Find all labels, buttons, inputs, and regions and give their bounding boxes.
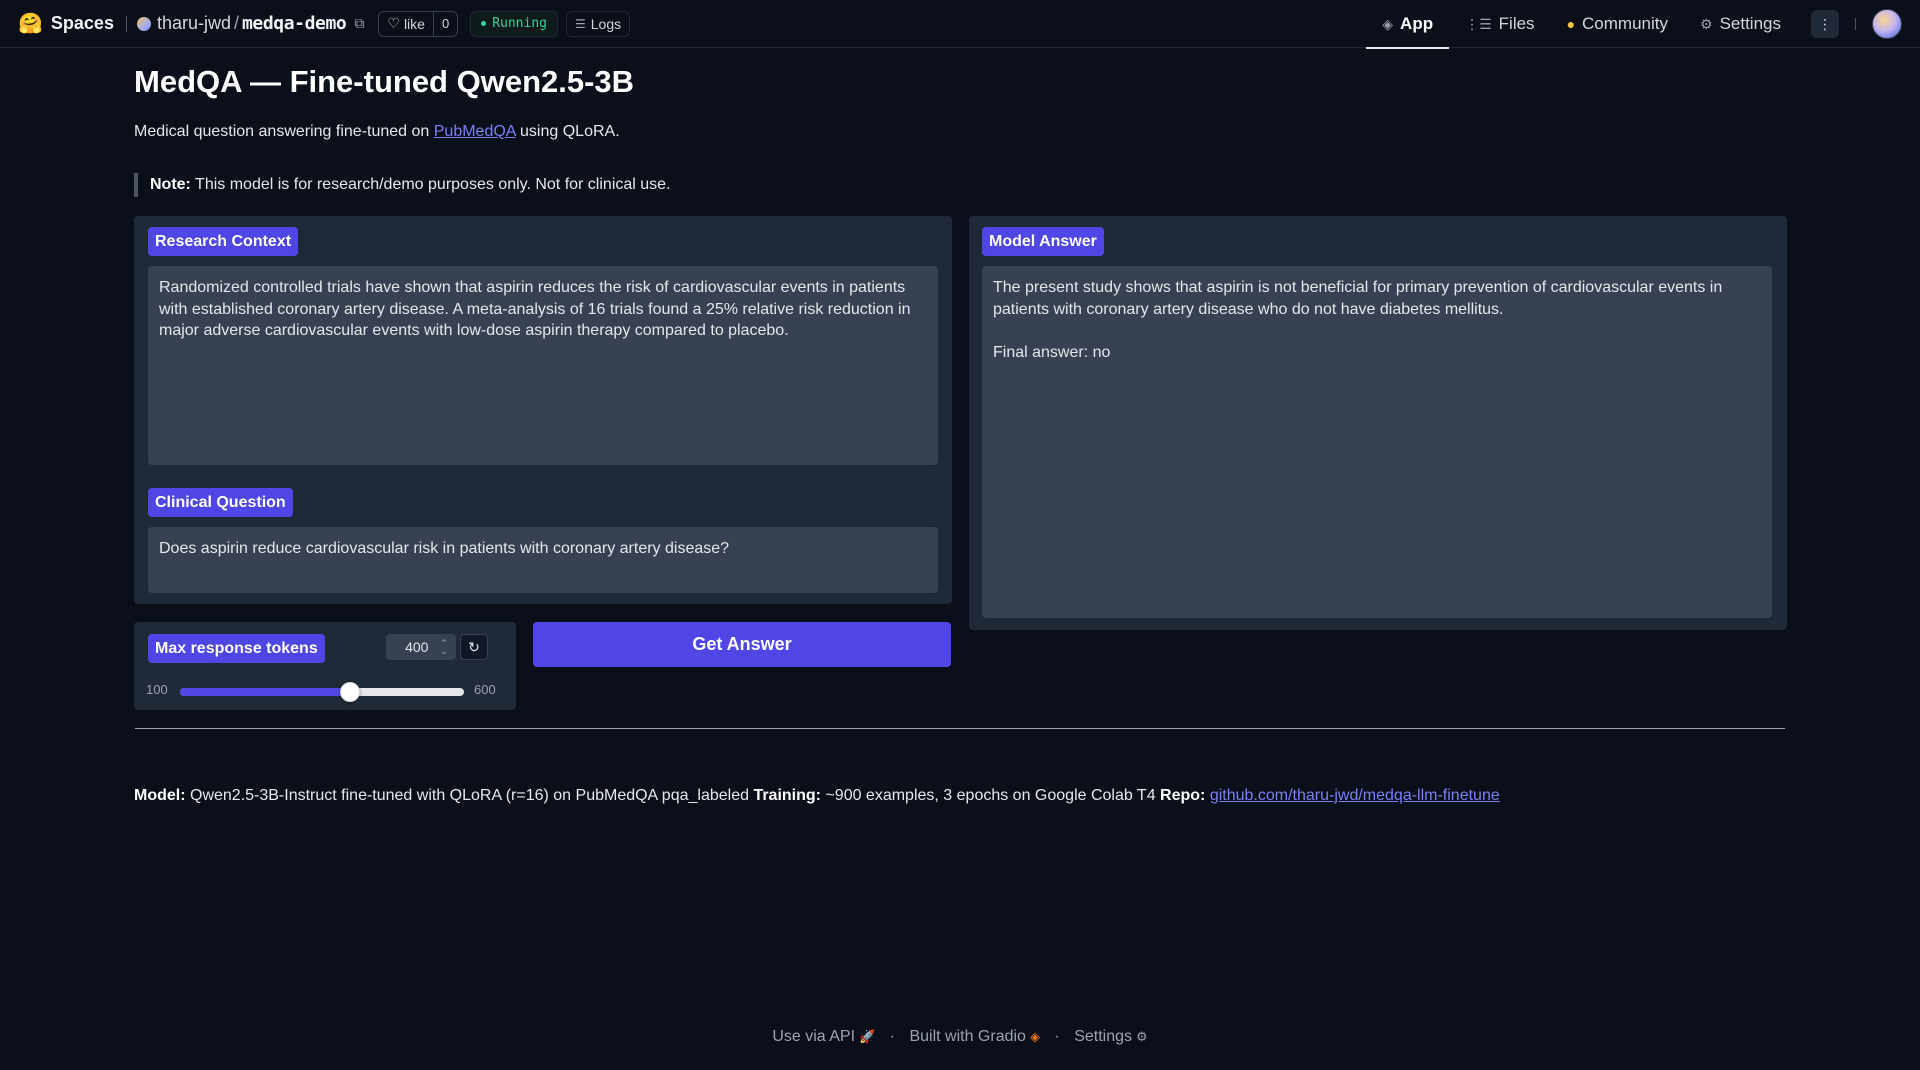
max-tokens-label: Max response tokens [148, 634, 325, 663]
max-tokens-slider[interactable] [180, 682, 464, 702]
clinical-question-textarea[interactable]: Does aspirin reduce cardiovascular risk … [148, 527, 938, 593]
model-answer-textarea[interactable]: The present study shows that aspirin is … [982, 266, 1772, 618]
top-bar-right: ◈ App ⋮☰ Files ● Community ⚙ Settings ⋮ [1366, 0, 1920, 49]
logs-button[interactable]: ☰ Logs [565, 10, 631, 37]
slider-min-label: 100 [146, 682, 168, 697]
spaces-link[interactable]: Spaces [51, 13, 114, 34]
model-info: Model: Qwen2.5-3B-Instruct fine-tuned wi… [134, 787, 1500, 805]
user-avatar[interactable] [1872, 9, 1902, 39]
note-label: Note: [150, 176, 191, 193]
tab-settings-label: Settings [1719, 14, 1781, 33]
subtitle-suffix: using QLoRA. [515, 123, 620, 140]
output-panel: Model Answer The present study shows tha… [969, 216, 1787, 630]
divider [135, 728, 1785, 729]
more-options-button[interactable]: ⋮ [1811, 10, 1839, 38]
note-text: This model is for research/demo purposes… [190, 176, 671, 193]
like-group: ♡ like 0 [378, 10, 459, 37]
training-label: Training: [753, 787, 821, 804]
gradio-footer: Use via API 🚀 · Built with Gradio ◈ · Sett… [0, 1028, 1920, 1046]
owner-link[interactable]: tharu-jwd [157, 13, 231, 34]
max-tokens-number-input[interactable]: 400 ⌃ ⌄ [386, 634, 456, 660]
slider-fill [180, 688, 351, 696]
page-title: MedQA — Fine-tuned Qwen2.5-3B [134, 64, 635, 99]
research-context-label: Research Context [148, 227, 299, 256]
more-vertical-icon: ⋮ [1818, 15, 1832, 32]
gradio-logo-icon: ◈ [1029, 1029, 1040, 1044]
cube-icon: ◈ [1382, 15, 1394, 32]
heart-icon: ♡ [387, 15, 400, 31]
status-dot-icon [481, 21, 487, 26]
status-badge[interactable]: Running [470, 10, 558, 37]
research-context-textarea[interactable]: Randomized controlled trials have shown … [148, 266, 938, 465]
get-answer-button[interactable]: Get Answer [533, 622, 951, 667]
logs-icon: ☰ [574, 16, 586, 31]
like-count[interactable]: 0 [432, 11, 457, 36]
like-label: like [403, 15, 425, 32]
model-label: Model: [134, 787, 186, 804]
clinical-question-label: Clinical Question [148, 488, 293, 517]
built-with-gradio-link[interactable]: Built with Gradio ◈ [909, 1028, 1040, 1045]
owner-avatar [136, 16, 151, 31]
model-text: Qwen2.5-3B-Instruct fine-tuned with QLoR… [185, 787, 754, 804]
reset-button[interactable]: ↻ [460, 634, 488, 660]
copy-icon[interactable]: ⧉ [354, 15, 364, 32]
subtitle: Medical question answering fine-tuned on… [134, 123, 620, 141]
tab-community-label: Community [1582, 14, 1668, 33]
tab-app[interactable]: ◈ App [1366, 0, 1449, 49]
tab-app-label: App [1400, 14, 1434, 33]
community-icon: ● [1566, 16, 1576, 32]
footer-settings-link[interactable]: Settings ⚙ [1074, 1028, 1147, 1045]
subtitle-prefix: Medical question answering fine-tuned on [134, 123, 434, 140]
answer-line: Final answer: no [993, 343, 1111, 361]
use-via-api-link[interactable]: Use via API 🚀 [772, 1028, 875, 1045]
tab-settings[interactable]: ⚙ Settings [1684, 0, 1797, 48]
divider [1855, 18, 1856, 30]
use-via-api-label: Use via API [772, 1028, 856, 1045]
disclaimer-note: Note: This model is for research/demo pu… [134, 173, 671, 197]
footer-separator: · [889, 1028, 895, 1045]
tab-files-label: Files [1498, 14, 1535, 33]
input-panel: Research Context Randomized controlled t… [134, 216, 952, 604]
top-bar-left: 🤗 Spaces tharu-jwd / medqa-demo ⧉ ♡ like… [0, 0, 631, 48]
tab-community[interactable]: ● Community [1551, 0, 1684, 48]
answer-spacer [993, 320, 1761, 342]
repo-label: Repo: [1160, 787, 1206, 804]
stepper-icon[interactable]: ⌃ ⌄ [440, 639, 448, 656]
gear-icon: ⚙ [1700, 15, 1713, 32]
reset-icon: ↻ [468, 638, 480, 655]
slider-thumb[interactable] [340, 682, 361, 702]
footer-settings-label: Settings [1074, 1028, 1132, 1045]
max-tokens-control: Max response tokens 400 ⌃ ⌄ ↻ 100 600 [134, 622, 516, 710]
repo-github-link[interactable]: github.com/tharu-jwd/medqa-llm-finetune [1210, 787, 1500, 804]
tab-files[interactable]: ⋮☰ Files [1449, 0, 1550, 48]
path-separator: / [233, 13, 239, 33]
slider-max-label: 600 [474, 682, 496, 697]
model-answer-label: Model Answer [982, 227, 1104, 256]
status-text: Running [492, 16, 547, 31]
answer-line: The present study shows that aspirin is … [993, 279, 1723, 318]
repo-link[interactable]: medqa-demo [242, 13, 347, 34]
hugging-face-logo-icon[interactable]: 🤗 [18, 11, 43, 36]
built-with-gradio-label: Built with Gradio [909, 1028, 1026, 1045]
divider [125, 15, 127, 32]
like-button[interactable]: ♡ like [379, 12, 433, 36]
gear-icon: ⚙ [1136, 1029, 1148, 1044]
max-tokens-value: 400 [405, 639, 429, 655]
training-text: ~900 examples, 3 epochs on Google Colab … [821, 787, 1161, 804]
files-icon: ⋮☰ [1465, 15, 1492, 32]
logs-label: Logs [590, 15, 622, 32]
footer-separator: · [1054, 1028, 1060, 1045]
top-bar: 🤗 Spaces tharu-jwd / medqa-demo ⧉ ♡ like… [0, 0, 1920, 49]
pubmedqa-link[interactable]: PubMedQA [434, 123, 516, 140]
rocket-icon: 🚀 [859, 1029, 876, 1044]
